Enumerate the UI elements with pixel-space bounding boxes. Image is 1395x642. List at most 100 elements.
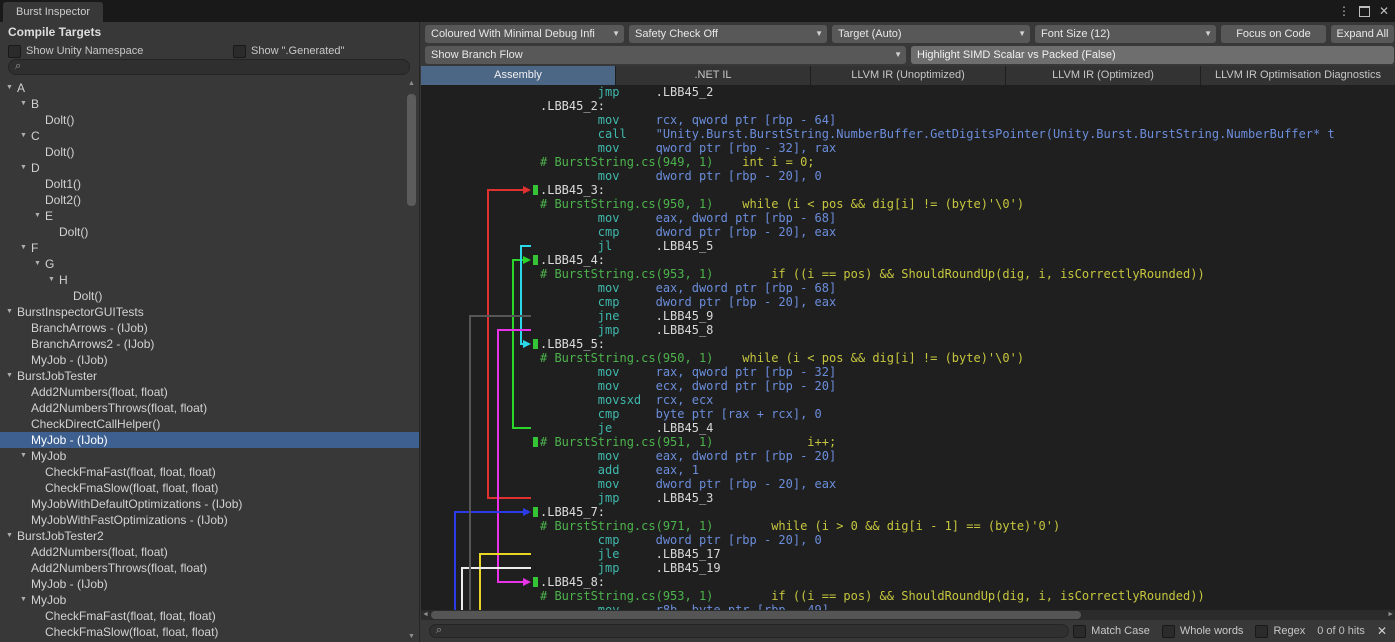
tree-item[interactable]: ▼E [0,208,419,224]
foldout-arrow-icon[interactable]: ▼ [34,208,45,224]
tree-item[interactable]: Add2NumbersThrows(float, float) [0,560,419,576]
foldout-arrow-icon[interactable]: ▼ [6,368,17,384]
tree-item[interactable]: ▼BurstJobTester2 [0,528,419,544]
scroll-down-icon[interactable]: ▼ [405,633,418,640]
targets-search-input[interactable]: ⌕ [8,59,410,75]
tree-scrollbar-thumb[interactable] [407,94,416,206]
font-size-dropdown[interactable]: Font Size (12) ▼ [1035,25,1216,43]
tree-scrollbar[interactable]: ▲ ▼ [405,80,418,640]
tree-item[interactable]: Dolt() [0,112,419,128]
tree-item[interactable]: ▼D [0,160,419,176]
code-search-input[interactable] [442,625,1062,637]
tree-item[interactable]: MyJob - (IJob) [0,576,419,592]
view-tab[interactable]: .NET IL [616,66,811,85]
view-tab[interactable]: LLVM IR (Unoptimized) [811,66,1006,85]
view-tab[interactable]: Assembly [421,66,616,85]
tree-item[interactable]: ▼MyJob [0,448,419,464]
tree-item[interactable]: ▼BurstInspectorGUITests [0,304,419,320]
view-tab[interactable]: LLVM IR Optimisation Diagnostics [1201,66,1395,85]
burst-inspector-window: Burst Inspector ⋮ ✕ Compile Targets Show… [0,0,1395,642]
code-horizontal-scrollbar[interactable]: ◄ ► [421,610,1395,620]
code-line: .LBB45_8: [540,575,1395,589]
checkbox-icon[interactable] [1073,625,1086,638]
tree-item[interactable]: ▼MyJob [0,592,419,608]
tree-item[interactable]: ▼BurstJobTester [0,368,419,384]
checkbox-icon[interactable] [8,45,21,58]
code-line: jle .LBB45_17 [540,547,1395,561]
tree-item[interactable]: CheckFmaFast(float, float, float) [0,464,419,480]
show-unity-namespace-toggle[interactable]: Show Unity Namespace [8,45,233,58]
target-dropdown[interactable]: Target (Auto) ▼ [832,25,1030,43]
foldout-arrow-icon[interactable]: ▼ [6,304,17,320]
chevron-down-icon: ▼ [1204,25,1212,43]
checkbox-icon[interactable] [1162,625,1175,638]
foldout-arrow-icon[interactable]: ▼ [20,96,31,112]
scroll-right-icon[interactable]: ► [1387,610,1394,620]
checkbox-icon[interactable] [233,45,246,58]
tree-item[interactable]: ▼G [0,256,419,272]
foldout-arrow-icon[interactable]: ▼ [20,128,31,144]
tree-item-label: MyJob - (IJob) [31,432,108,448]
assembly-code-view[interactable]: jmp .LBB45_2.LBB45_2: mov rcx, qword ptr… [421,85,1395,610]
whole-words-toggle[interactable]: Whole words [1162,625,1244,638]
tree-item[interactable]: MyJobWithFastOptimizations - (IJob) [0,512,419,528]
foldout-arrow-icon[interactable]: ▼ [20,160,31,176]
foldout-arrow-icon[interactable]: ▼ [48,272,59,288]
highlight-simd-button[interactable]: Highlight SIMD Scalar vs Packed (False) [911,46,1394,64]
tree-item-label: BranchArrows - (IJob) [31,320,148,336]
match-case-toggle[interactable]: Match Case [1073,625,1150,638]
window-menu-icon[interactable]: ⋮ [1338,5,1350,17]
scroll-up-icon[interactable]: ▲ [405,80,418,87]
tree-item[interactable]: CheckFmaSlow(float, float, float) [0,624,419,640]
scroll-left-icon[interactable]: ◄ [422,610,429,620]
tree-item[interactable]: ▼F [0,240,419,256]
checkbox-icon[interactable] [1255,625,1268,638]
tree-item[interactable]: ▼C [0,128,419,144]
show-branch-flow-dropdown[interactable]: Show Branch Flow ▼ [425,46,906,64]
tree-item[interactable]: Add2Numbers(float, float) [0,544,419,560]
tree-item[interactable]: Add2Numbers(float, float) [0,384,419,400]
tree-item[interactable]: CheckFmaSlow(float, float, float) [0,480,419,496]
tree-item[interactable]: Dolt() [0,224,419,240]
tree-item[interactable]: BranchArrows2 - (IJob) [0,336,419,352]
foldout-arrow-icon[interactable]: ▼ [6,528,17,544]
tree-item[interactable]: MyJobWithDefaultOptimizations - (IJob) [0,496,419,512]
show-generated-toggle[interactable]: Show ".Generated" [233,45,344,58]
code-search-field[interactable]: ⌕ [429,624,1069,638]
tree-item-label: Dolt1() [45,176,81,192]
foldout-arrow-icon[interactable]: ▼ [6,80,17,96]
focus-on-code-button[interactable]: Focus on Code [1221,25,1326,43]
compile-targets-panel: Compile Targets Show Unity Namespace Sho… [0,22,420,642]
tree-item[interactable]: CheckFmaFast(float, float, float) [0,608,419,624]
tree-item[interactable]: MyJob - (IJob) [0,352,419,368]
view-tab[interactable]: LLVM IR (Optimized) [1006,66,1201,85]
maximize-icon[interactable] [1359,6,1370,17]
foldout-arrow-icon[interactable]: ▼ [34,256,45,272]
tree-item[interactable]: ▼A [0,80,419,96]
toolbar-row-2: Show Branch Flow ▼ Highlight SIMD Scalar… [425,46,1394,64]
tree-item[interactable]: CheckDirectCallHelper() [0,416,419,432]
expand-all-button[interactable]: Expand All [1331,25,1394,43]
tree-item[interactable]: Dolt() [0,144,419,160]
horizontal-scrollbar-thumb[interactable] [431,611,1081,619]
safety-check-dropdown[interactable]: Safety Check Off ▼ [629,25,827,43]
tree-item[interactable]: MyJob - (IJob) [0,432,419,448]
tree-item[interactable]: ▼B [0,96,419,112]
tree-item[interactable]: Dolt1() [0,176,419,192]
tree-item[interactable]: Dolt2() [0,192,419,208]
tree-item-label: CheckFmaFast(float, float, float) [45,464,216,480]
close-search-icon[interactable]: ✕ [1377,624,1387,638]
tree-item[interactable]: Add2NumbersThrows(float, float) [0,400,419,416]
code-line: mov rcx, qword ptr [rbp - 64] [540,113,1395,127]
tree-item[interactable]: BranchArrows - (IJob) [0,320,419,336]
foldout-arrow-icon[interactable]: ▼ [20,448,31,464]
tree-item[interactable]: ▼H [0,272,419,288]
regex-toggle[interactable]: Regex [1255,625,1305,638]
foldout-arrow-icon[interactable]: ▼ [20,592,31,608]
debug-information-dropdown[interactable]: Coloured With Minimal Debug Infi ▼ [425,25,624,43]
foldout-arrow-icon[interactable]: ▼ [20,240,31,256]
tree-item-label: MyJob [31,448,66,464]
window-tab-burst-inspector[interactable]: Burst Inspector [3,2,103,22]
tree-item[interactable]: Dolt() [0,288,419,304]
close-window-icon[interactable]: ✕ [1379,5,1389,17]
